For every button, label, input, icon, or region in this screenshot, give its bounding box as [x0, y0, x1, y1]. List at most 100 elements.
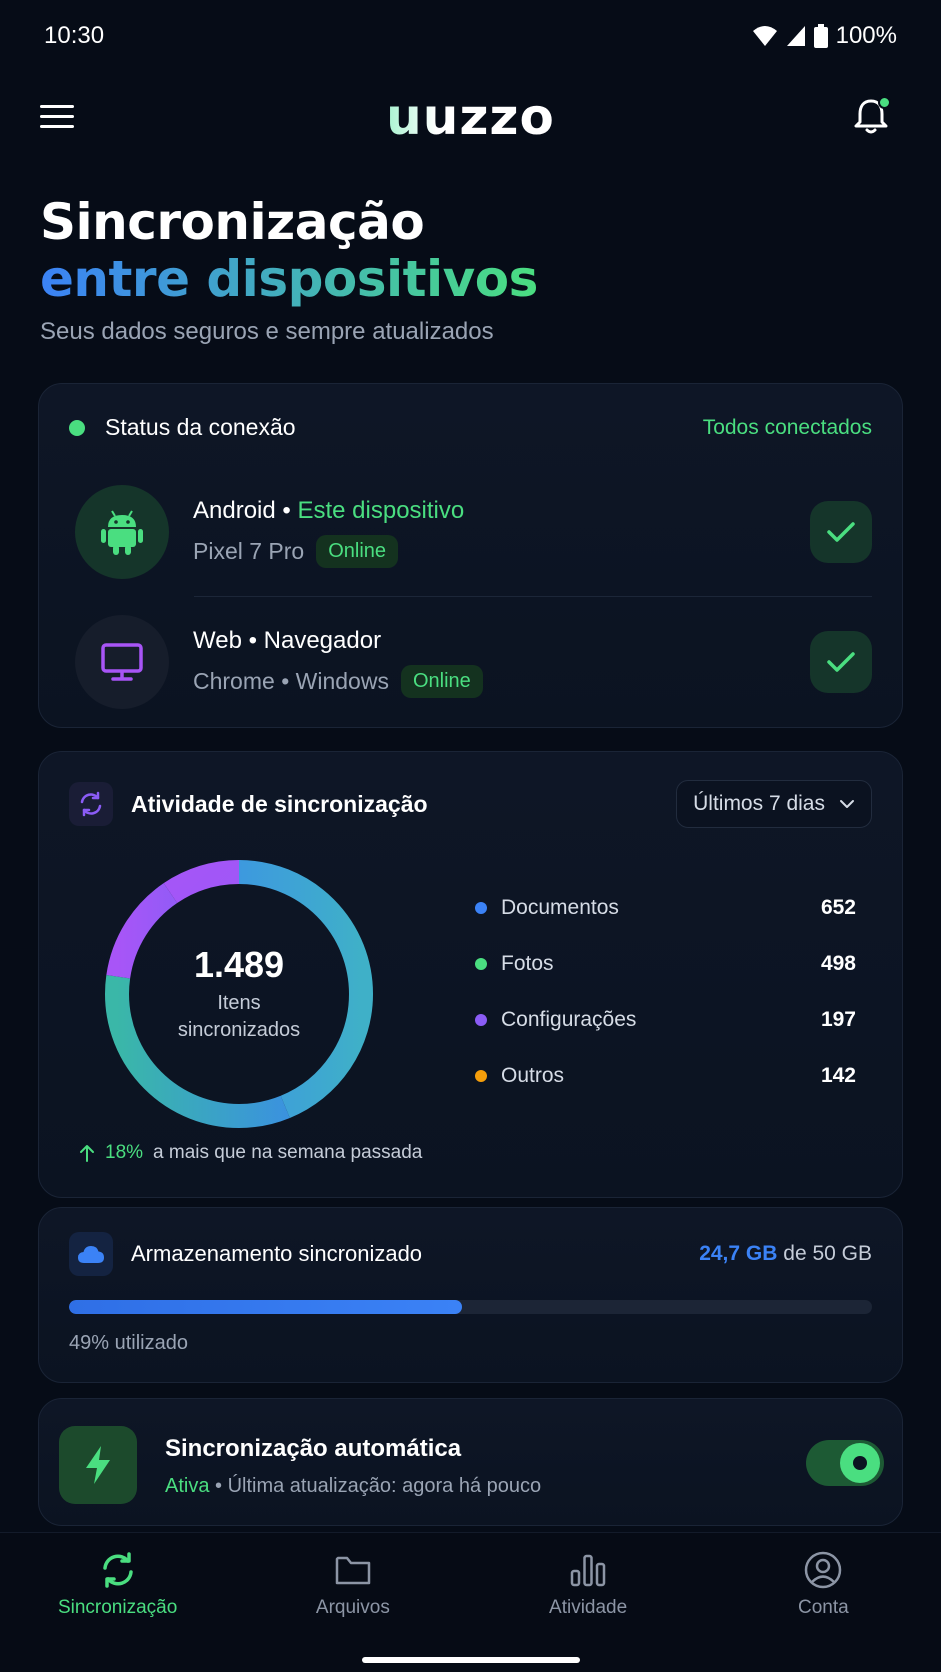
folder-icon — [335, 1556, 371, 1585]
storage-header: Armazenamento sincronizado 24,7 GB de 50… — [69, 1232, 872, 1276]
sync-icon — [80, 791, 102, 817]
nav-label: Conta — [798, 1597, 849, 1618]
device-check-button[interactable] — [810, 631, 872, 693]
check-icon — [827, 522, 855, 542]
android-icon — [101, 510, 143, 555]
nav-label: Arquivos — [315, 1597, 390, 1618]
status-time: 10:30 — [44, 22, 105, 49]
connection-title-text: Status da conexão — [105, 414, 296, 440]
legend-item-configuracoes: Configurações 197 — [475, 992, 856, 1048]
signal-icon — [786, 26, 805, 46]
legend-label: Outros — [501, 1064, 565, 1087]
period-select[interactable]: Últimos 7 dias — [676, 780, 872, 828]
activity-growth: 18% a mais que na semana passada — [79, 1142, 422, 1164]
legend-dot — [475, 958, 487, 970]
device-name-text: Android — [193, 496, 276, 524]
toggle-knob-center — [853, 1456, 867, 1470]
auto-sync-status: Ativa • Última atualização: agora há pou… — [165, 1475, 541, 1498]
device-name-separator: • — [275, 496, 298, 524]
legend-label: Fotos — [501, 952, 554, 975]
storage-amount: 24,7 GB de 50 GB — [699, 1242, 872, 1266]
device-check-button[interactable] — [810, 501, 872, 563]
storage-usage-text: 49% utilizado — [69, 1332, 188, 1354]
device-model: Pixel 7 Pro — [193, 537, 305, 564]
connection-header: Status da conexão Todos conectados — [69, 414, 872, 441]
device-name: Android • Este dispositivo — [193, 497, 810, 525]
auto-sync-detail: • Última atualização: agora há pouco — [209, 1475, 542, 1497]
activity-icon-tile — [69, 782, 113, 826]
notifications-button[interactable] — [849, 94, 893, 138]
status-icons: 100% — [752, 22, 897, 50]
connection-status-dot — [69, 419, 85, 436]
device-row-web[interactable]: Web • Navegador Chrome • Windows Online — [75, 614, 872, 710]
bottom-navigation: Sincronização Arquivos Atividade Conta — [0, 1532, 941, 1672]
nav-item-arquivos[interactable]: Arquivos — [253, 1551, 453, 1619]
device-row-android[interactable]: Android • Este dispositivo Pixel 7 Pro O… — [75, 484, 872, 580]
nav-item-sincronizacao[interactable]: Sincronização — [18, 1551, 218, 1619]
sync-activity-card: Atividade de sincronização Últimos 7 dia… — [38, 751, 903, 1198]
auto-sync-toggle[interactable] — [806, 1440, 884, 1486]
device-model: Chrome • Windows — [193, 667, 389, 694]
legend-label: Configurações — [501, 1008, 637, 1031]
storage-title-text: Armazenamento sincronizado — [131, 1241, 423, 1266]
nav-item-conta[interactable]: Conta — [723, 1551, 923, 1619]
legend-item-outros: Outros 142 — [475, 1048, 856, 1104]
auto-sync-state: Ativa — [165, 1475, 210, 1497]
battery-level: 100% — [835, 22, 897, 49]
monitor-icon — [101, 643, 143, 681]
hamburger-menu-icon — [40, 105, 74, 128]
total-items-value: 1.489 — [193, 944, 285, 985]
legend-value: 197 — [820, 1008, 856, 1031]
chart-legend: Documentos 652 Fotos 498 Configurações 1… — [475, 880, 856, 1104]
storage-title: Armazenamento sincronizado — [69, 1232, 422, 1276]
legend-dot — [475, 1070, 487, 1082]
arrow-up-icon — [80, 1145, 94, 1162]
page-title: Sincronização — [40, 193, 425, 251]
donut-center: 1.489 Itens sincronizados — [105, 860, 373, 1128]
device-info: Web • Navegador Chrome • Windows Online — [193, 627, 810, 698]
legend-value: 142 — [820, 1064, 856, 1087]
total-items-label-line2: sincronizados — [177, 1019, 301, 1041]
total-items-label: Itens sincronizados — [178, 990, 300, 1044]
device-avatar — [75, 485, 169, 579]
activity-title: Atividade de sincronização — [69, 782, 428, 826]
legend-dot — [475, 902, 487, 914]
activity-title-text: Atividade de sincronização — [131, 790, 428, 817]
wifi-icon — [752, 26, 777, 46]
auto-sync-title: Sincronização automática — [165, 1435, 462, 1462]
battery-icon — [813, 24, 828, 48]
device-details: Pixel 7 Pro Online — [193, 534, 810, 568]
legend-label: Documentos — [501, 896, 619, 919]
auto-sync-info: Sincronização automática Ativa • Última … — [165, 1435, 541, 1498]
auto-sync-icon-tile — [59, 1426, 137, 1504]
legend-dot — [475, 1014, 487, 1026]
status-bar: 10:30 100% — [0, 0, 941, 72]
device-avatar — [75, 615, 169, 709]
storage-progress-bar — [69, 1300, 872, 1314]
page-subtitle: Seus dados seguros e sempre atualizados — [40, 318, 494, 345]
notification-dot — [878, 96, 891, 109]
app-logo: uuzzo — [386, 88, 555, 146]
online-badge: Online — [316, 534, 399, 568]
legend-item-fotos: Fotos 498 — [475, 936, 856, 992]
this-device-tag: Este dispositivo — [297, 496, 465, 524]
donut-chart: 1.489 Itens sincronizados — [105, 860, 373, 1128]
page-title-highlight: entre dispositivos — [40, 250, 538, 308]
period-select-value: Últimos 7 dias — [693, 792, 825, 815]
legend-value: 652 — [820, 896, 856, 919]
total-items-label-line1: Itens — [217, 992, 261, 1014]
storage-progress-fill — [69, 1300, 463, 1314]
connection-status-text: Todos conectados — [702, 415, 872, 439]
nav-item-atividade[interactable]: Atividade — [488, 1551, 688, 1619]
legend-value: 498 — [820, 952, 856, 975]
device-info: Android • Este dispositivo Pixel 7 Pro O… — [193, 497, 810, 568]
growth-percent: 18% — [105, 1142, 144, 1163]
menu-button[interactable] — [40, 98, 78, 136]
growth-text: a mais que na semana passada — [153, 1142, 423, 1163]
activity-header: Atividade de sincronização Últimos 7 dia… — [69, 780, 872, 828]
home-indicator[interactable] — [362, 1657, 580, 1663]
legend-item-documentos: Documentos 652 — [475, 880, 856, 936]
toggle-knob — [840, 1443, 880, 1483]
nav-label: Sincronização — [57, 1597, 178, 1618]
app-bar: uuzzo — [0, 82, 941, 152]
